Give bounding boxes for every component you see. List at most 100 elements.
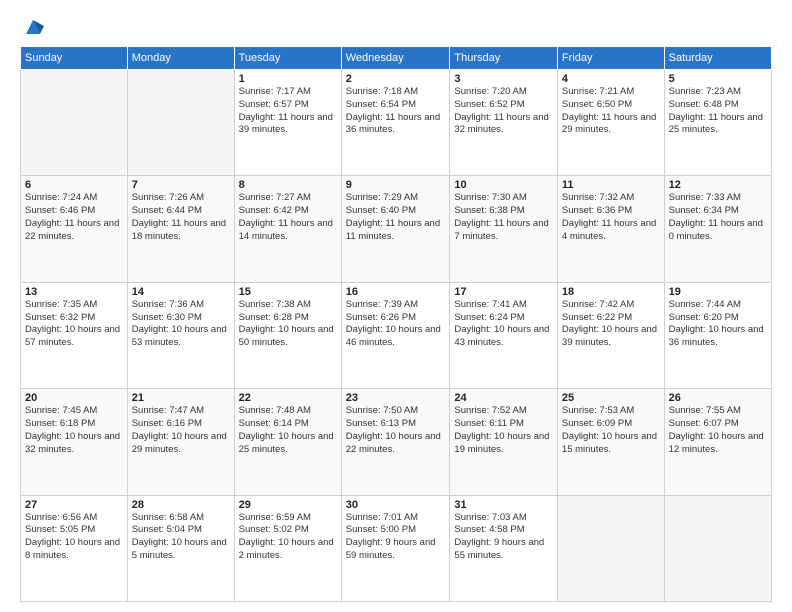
weekday-header-monday: Monday — [127, 47, 234, 70]
calendar: SundayMondayTuesdayWednesdayThursdayFrid… — [20, 46, 772, 602]
page: SundayMondayTuesdayWednesdayThursdayFrid… — [0, 0, 792, 612]
day-info: Sunrise: 6:59 AM Sunset: 5:02 PM Dayligh… — [239, 512, 337, 563]
day-number: 6 — [25, 179, 123, 191]
calendar-day-cell: 18Sunrise: 7:42 AM Sunset: 6:22 PM Dayli… — [557, 282, 664, 388]
weekday-header-tuesday: Tuesday — [234, 47, 341, 70]
calendar-day-cell: 7Sunrise: 7:26 AM Sunset: 6:44 PM Daylig… — [127, 176, 234, 282]
day-info: Sunrise: 7:03 AM Sunset: 4:58 PM Dayligh… — [454, 512, 553, 563]
calendar-day-cell: 9Sunrise: 7:29 AM Sunset: 6:40 PM Daylig… — [341, 176, 450, 282]
calendar-day-cell: 13Sunrise: 7:35 AM Sunset: 6:32 PM Dayli… — [21, 282, 128, 388]
calendar-day-cell: 30Sunrise: 7:01 AM Sunset: 5:00 PM Dayli… — [341, 495, 450, 601]
day-info: Sunrise: 7:38 AM Sunset: 6:28 PM Dayligh… — [239, 299, 337, 350]
day-info: Sunrise: 7:17 AM Sunset: 6:57 PM Dayligh… — [239, 86, 337, 137]
day-info: Sunrise: 7:39 AM Sunset: 6:26 PM Dayligh… — [346, 299, 446, 350]
day-number: 9 — [346, 179, 446, 191]
day-info: Sunrise: 7:21 AM Sunset: 6:50 PM Dayligh… — [562, 86, 660, 137]
day-number: 31 — [454, 499, 553, 511]
day-number: 14 — [132, 286, 230, 298]
day-info: Sunrise: 7:30 AM Sunset: 6:38 PM Dayligh… — [454, 192, 553, 243]
day-info: Sunrise: 7:55 AM Sunset: 6:07 PM Dayligh… — [669, 405, 767, 456]
header — [20, 18, 772, 38]
calendar-day-cell: 6Sunrise: 7:24 AM Sunset: 6:46 PM Daylig… — [21, 176, 128, 282]
weekday-header-sunday: Sunday — [21, 47, 128, 70]
day-info: Sunrise: 7:26 AM Sunset: 6:44 PM Dayligh… — [132, 192, 230, 243]
weekday-header-friday: Friday — [557, 47, 664, 70]
calendar-day-cell: 21Sunrise: 7:47 AM Sunset: 6:16 PM Dayli… — [127, 389, 234, 495]
day-number: 24 — [454, 392, 553, 404]
calendar-day-cell — [127, 70, 234, 176]
day-info: Sunrise: 7:29 AM Sunset: 6:40 PM Dayligh… — [346, 192, 446, 243]
day-info: Sunrise: 7:41 AM Sunset: 6:24 PM Dayligh… — [454, 299, 553, 350]
day-info: Sunrise: 7:47 AM Sunset: 6:16 PM Dayligh… — [132, 405, 230, 456]
day-info: Sunrise: 7:52 AM Sunset: 6:11 PM Dayligh… — [454, 405, 553, 456]
calendar-day-cell: 16Sunrise: 7:39 AM Sunset: 6:26 PM Dayli… — [341, 282, 450, 388]
calendar-day-cell: 26Sunrise: 7:55 AM Sunset: 6:07 PM Dayli… — [664, 389, 771, 495]
calendar-day-cell: 24Sunrise: 7:52 AM Sunset: 6:11 PM Dayli… — [450, 389, 558, 495]
logo — [20, 18, 44, 38]
day-info: Sunrise: 7:32 AM Sunset: 6:36 PM Dayligh… — [562, 192, 660, 243]
day-info: Sunrise: 7:53 AM Sunset: 6:09 PM Dayligh… — [562, 405, 660, 456]
day-info: Sunrise: 7:01 AM Sunset: 5:00 PM Dayligh… — [346, 512, 446, 563]
calendar-day-cell: 11Sunrise: 7:32 AM Sunset: 6:36 PM Dayli… — [557, 176, 664, 282]
calendar-day-cell: 22Sunrise: 7:48 AM Sunset: 6:14 PM Dayli… — [234, 389, 341, 495]
day-number: 19 — [669, 286, 767, 298]
day-number: 22 — [239, 392, 337, 404]
day-number: 18 — [562, 286, 660, 298]
day-number: 7 — [132, 179, 230, 191]
day-info: Sunrise: 7:33 AM Sunset: 6:34 PM Dayligh… — [669, 192, 767, 243]
calendar-day-cell: 3Sunrise: 7:20 AM Sunset: 6:52 PM Daylig… — [450, 70, 558, 176]
calendar-day-cell: 20Sunrise: 7:45 AM Sunset: 6:18 PM Dayli… — [21, 389, 128, 495]
day-info: Sunrise: 7:50 AM Sunset: 6:13 PM Dayligh… — [346, 405, 446, 456]
day-number: 26 — [669, 392, 767, 404]
day-number: 17 — [454, 286, 553, 298]
day-info: Sunrise: 7:23 AM Sunset: 6:48 PM Dayligh… — [669, 86, 767, 137]
calendar-week-row: 13Sunrise: 7:35 AM Sunset: 6:32 PM Dayli… — [21, 282, 772, 388]
calendar-day-cell: 1Sunrise: 7:17 AM Sunset: 6:57 PM Daylig… — [234, 70, 341, 176]
day-info: Sunrise: 7:48 AM Sunset: 6:14 PM Dayligh… — [239, 405, 337, 456]
calendar-day-cell: 8Sunrise: 7:27 AM Sunset: 6:42 PM Daylig… — [234, 176, 341, 282]
day-info: Sunrise: 7:18 AM Sunset: 6:54 PM Dayligh… — [346, 86, 446, 137]
day-number: 25 — [562, 392, 660, 404]
day-number: 8 — [239, 179, 337, 191]
calendar-day-cell: 28Sunrise: 6:58 AM Sunset: 5:04 PM Dayli… — [127, 495, 234, 601]
calendar-week-row: 20Sunrise: 7:45 AM Sunset: 6:18 PM Dayli… — [21, 389, 772, 495]
day-number: 5 — [669, 73, 767, 85]
calendar-day-cell: 14Sunrise: 7:36 AM Sunset: 6:30 PM Dayli… — [127, 282, 234, 388]
calendar-day-cell: 29Sunrise: 6:59 AM Sunset: 5:02 PM Dayli… — [234, 495, 341, 601]
calendar-day-cell: 4Sunrise: 7:21 AM Sunset: 6:50 PM Daylig… — [557, 70, 664, 176]
day-number: 30 — [346, 499, 446, 511]
calendar-day-cell: 2Sunrise: 7:18 AM Sunset: 6:54 PM Daylig… — [341, 70, 450, 176]
day-info: Sunrise: 6:58 AM Sunset: 5:04 PM Dayligh… — [132, 512, 230, 563]
day-number: 3 — [454, 73, 553, 85]
day-number: 23 — [346, 392, 446, 404]
day-number: 13 — [25, 286, 123, 298]
calendar-week-row: 6Sunrise: 7:24 AM Sunset: 6:46 PM Daylig… — [21, 176, 772, 282]
calendar-day-cell: 27Sunrise: 6:56 AM Sunset: 5:05 PM Dayli… — [21, 495, 128, 601]
calendar-day-cell — [21, 70, 128, 176]
day-number: 16 — [346, 286, 446, 298]
day-info: Sunrise: 7:24 AM Sunset: 6:46 PM Dayligh… — [25, 192, 123, 243]
day-number: 28 — [132, 499, 230, 511]
day-info: Sunrise: 7:20 AM Sunset: 6:52 PM Dayligh… — [454, 86, 553, 137]
day-info: Sunrise: 7:36 AM Sunset: 6:30 PM Dayligh… — [132, 299, 230, 350]
day-info: Sunrise: 6:56 AM Sunset: 5:05 PM Dayligh… — [25, 512, 123, 563]
day-info: Sunrise: 7:45 AM Sunset: 6:18 PM Dayligh… — [25, 405, 123, 456]
calendar-week-row: 1Sunrise: 7:17 AM Sunset: 6:57 PM Daylig… — [21, 70, 772, 176]
weekday-header-saturday: Saturday — [664, 47, 771, 70]
calendar-day-cell: 12Sunrise: 7:33 AM Sunset: 6:34 PM Dayli… — [664, 176, 771, 282]
calendar-day-cell: 31Sunrise: 7:03 AM Sunset: 4:58 PM Dayli… — [450, 495, 558, 601]
calendar-day-cell: 17Sunrise: 7:41 AM Sunset: 6:24 PM Dayli… — [450, 282, 558, 388]
calendar-day-cell — [664, 495, 771, 601]
calendar-day-cell: 5Sunrise: 7:23 AM Sunset: 6:48 PM Daylig… — [664, 70, 771, 176]
calendar-day-cell: 25Sunrise: 7:53 AM Sunset: 6:09 PM Dayli… — [557, 389, 664, 495]
day-number: 20 — [25, 392, 123, 404]
day-info: Sunrise: 7:35 AM Sunset: 6:32 PM Dayligh… — [25, 299, 123, 350]
day-number: 10 — [454, 179, 553, 191]
logo-icon — [22, 16, 44, 38]
day-number: 15 — [239, 286, 337, 298]
day-number: 2 — [346, 73, 446, 85]
weekday-header-row: SundayMondayTuesdayWednesdayThursdayFrid… — [21, 47, 772, 70]
day-number: 4 — [562, 73, 660, 85]
calendar-day-cell — [557, 495, 664, 601]
day-number: 27 — [25, 499, 123, 511]
